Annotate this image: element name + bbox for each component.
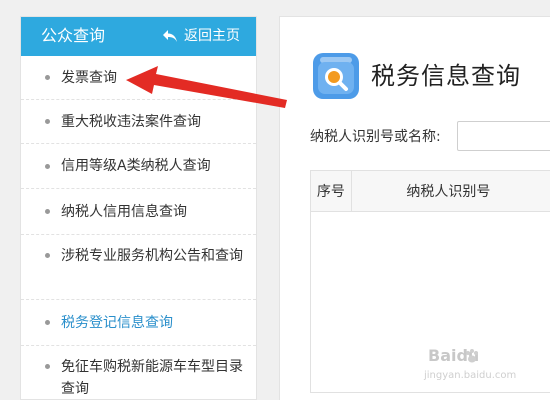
bullet-icon: [45, 163, 50, 169]
red-arrow-pointer-icon: [126, 66, 287, 108]
back-home-link[interactable]: 返回主页: [162, 27, 240, 45]
taxpayer-id-input[interactable]: [456, 121, 550, 151]
back-home-label: 返回主页: [184, 28, 240, 44]
bullet-icon: [45, 364, 50, 369]
sidebar-item-credit-a-query[interactable]: 信用等级A类纳税人查询: [21, 144, 256, 189]
sidebar-item-ev-tax-exempt-catalog[interactable]: 免征车购税新能源车车型目录查询: [21, 346, 256, 399]
paw-icon: [466, 349, 478, 363]
taxpayer-id-label: 纳税人识别号或名称:: [310, 129, 441, 145]
back-arrow-icon: [163, 30, 177, 42]
sidebar-item-label: 纳税人信用信息查询: [61, 203, 187, 220]
sidebar-item-label: 信用等级A类纳税人查询: [61, 158, 211, 174]
page-header: 税务信息查询: [313, 53, 521, 99]
sidebar-item-label: 涉税专业服务机构公告和查询: [61, 248, 243, 264]
sidebar-item-tax-registration-query[interactable]: 税务登记信息查询: [21, 300, 256, 346]
table-header: 序号 纳税人识别号: [311, 171, 550, 212]
bullet-icon: [45, 75, 50, 80]
search-field-row: 纳税人识别号或名称:: [310, 121, 550, 151]
bullet-icon: [45, 119, 50, 124]
sidebar-title: 公众查询: [41, 26, 106, 45]
column-header-taxpayer-id: 纳税人识别号: [406, 184, 491, 200]
bullet-icon: [45, 253, 50, 258]
sidebar-item-tax-agency-notice[interactable]: 涉税专业服务机构公告和查询: [21, 235, 256, 300]
column-header-seq: 序号: [311, 171, 352, 211]
baidu-watermark: Baidu jingyan.baidu.com: [422, 346, 532, 388]
sidebar-header: 公众查询 返回主页: [21, 17, 256, 56]
sidebar-item-label: 免征车购税新能源车车型目录查询: [61, 359, 243, 397]
search-magnifier-icon: [313, 53, 359, 99]
bullet-icon: [45, 209, 50, 214]
sidebar-item-credit-info-query[interactable]: 纳税人信用信息查询: [21, 189, 256, 235]
page-title: 税务信息查询: [371, 62, 521, 90]
watermark-url: jingyan.baidu.com: [424, 370, 517, 381]
sidebar-item-label: 发票查询: [61, 69, 117, 86]
sidebar-item-label: 税务登记信息查询: [61, 314, 173, 331]
main-content: 税务信息查询 纳税人识别号或名称: 序号 纳税人识别号 Baidu jingya…: [279, 16, 550, 400]
bullet-icon: [45, 320, 50, 325]
